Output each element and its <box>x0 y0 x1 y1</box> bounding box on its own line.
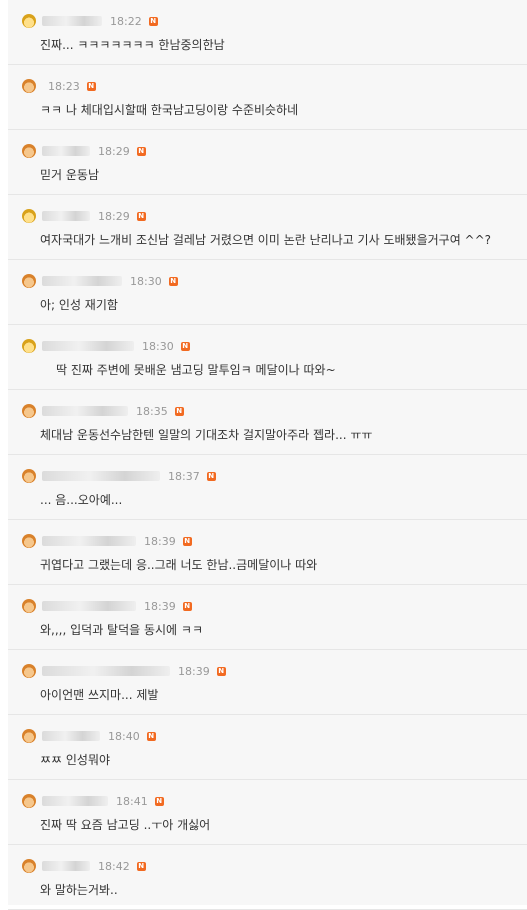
avatar-icon[interactable] <box>22 14 36 28</box>
comment-text: ... 음...오아예... <box>40 493 123 507</box>
avatar-icon[interactable] <box>22 79 36 93</box>
comment-item: 18:39 N 와,,,, 입덕과 탈덕을 동시에 ㅋㅋ <box>8 585 527 650</box>
avatar-icon[interactable] <box>22 144 36 158</box>
avatar-icon[interactable] <box>22 404 36 418</box>
comment-item: 18:41 N 진짜 딱 요즘 남고딩 ..ㅜ아 개싫어 <box>8 780 527 845</box>
comment-time: 18:29 <box>98 144 130 158</box>
nickname-redacted[interactable] <box>42 731 100 741</box>
nickname-redacted[interactable] <box>42 601 136 611</box>
comment-time: 18:37 <box>168 469 200 483</box>
comment-meta: 18:30 N <box>22 338 190 354</box>
new-icon: N <box>86 81 96 91</box>
avatar-icon[interactable] <box>22 534 36 548</box>
comment-item: 18:35 N 체대남 운동선수남한텐 일말의 기대조차 걸지말아주라 젭라... … <box>8 390 527 455</box>
comment-text: 와,,,, 입덕과 탈덕을 동시에 ㅋㅋ <box>40 623 203 637</box>
new-icon: N <box>146 731 156 741</box>
comment-meta: 18:39 N <box>22 663 226 679</box>
comment-time: 18:30 <box>142 339 174 353</box>
new-icon: N <box>174 406 184 416</box>
nickname-redacted[interactable] <box>42 861 90 871</box>
comment-meta: 18:35 N <box>22 403 184 419</box>
comment-item: 18:37 N ... 음...오아예... <box>8 455 527 520</box>
comment-text: 아이언맨 쓰지마... 제발 <box>40 688 159 702</box>
nickname-redacted[interactable] <box>42 341 134 351</box>
avatar-icon[interactable] <box>22 469 36 483</box>
nickname-redacted[interactable] <box>42 471 160 481</box>
comment-text: 믿거 운동남 <box>40 168 100 182</box>
comment-time: 18:22 <box>110 14 142 28</box>
avatar-icon[interactable] <box>22 209 36 223</box>
comment-text: 와 말하는거봐.. <box>40 883 118 897</box>
comment-text: 진짜... ㅋㅋㅋㅋㅋㅋㅋ 한남중의한남 <box>40 38 225 52</box>
nickname-redacted[interactable] <box>42 536 136 546</box>
avatar-icon[interactable] <box>22 599 36 613</box>
comment-meta: 18:30 N <box>22 273 178 289</box>
comment-item: 18:40 N ㅉㅉ 인성뭐야 <box>8 715 527 780</box>
comment-meta: 18:29 N <box>22 208 146 224</box>
comment-time: 18:23 <box>48 79 80 93</box>
comment-text: 진짜 딱 요즘 남고딩 ..ㅜ아 개싫어 <box>40 818 211 832</box>
new-icon: N <box>180 341 190 351</box>
comment-item: 18:42 N 와 말하는거봐.. <box>8 845 527 910</box>
nickname-redacted[interactable] <box>42 666 170 676</box>
comment-item: 18:30 N 딱 진짜 주변에 못배운 냄고딩 말투임ㅋ 메달이나 따와~ <box>8 325 527 390</box>
avatar-icon[interactable] <box>22 859 36 873</box>
new-icon: N <box>136 211 146 221</box>
comment-meta: 18:37 N <box>22 468 216 484</box>
comment-time: 18:42 <box>98 859 130 873</box>
comment-meta: 18:41 N <box>22 793 164 809</box>
nickname-redacted[interactable] <box>42 211 90 221</box>
new-icon: N <box>136 861 146 871</box>
comment-text: ㅉㅉ 인성뭐야 <box>40 753 111 767</box>
avatar-icon[interactable] <box>22 339 36 353</box>
comment-item: 18:29 N 여자국대가 느개비 조신남 걸레남 거렸으면 이미 논란 난리나고 … <box>8 195 527 260</box>
new-icon: N <box>216 666 226 676</box>
nickname-redacted[interactable] <box>42 16 102 26</box>
new-icon: N <box>168 276 178 286</box>
nickname-redacted[interactable] <box>42 146 90 156</box>
comment-item: 18:23 N ㅋㅋ 나 체대입시할때 한국남고딩이랑 수준비슷하네 <box>8 65 527 130</box>
comment-item: 18:22 N 진짜... ㅋㅋㅋㅋㅋㅋㅋ 한남중의한남 <box>8 0 527 65</box>
comment-text: 여자국대가 느개비 조신남 걸레남 거렸으면 이미 논란 난리나고 기사 도배됐… <box>40 233 492 247</box>
comment-time: 18:30 <box>130 274 162 288</box>
comment-text: 체대남 운동선수남한텐 일말의 기대조차 걸지말아주라 젭라... ㅠㅠ <box>40 428 373 442</box>
comment-meta: 18:42 N <box>22 858 146 874</box>
comment-time: 18:35 <box>136 404 168 418</box>
comment-time: 18:39 <box>178 664 210 678</box>
comment-meta: 18:39 N <box>22 533 192 549</box>
comment-meta: 18:39 N <box>22 598 192 614</box>
nickname-redacted[interactable] <box>42 406 128 416</box>
new-icon: N <box>206 471 216 481</box>
comment-meta: 18:40 N <box>22 728 156 744</box>
comment-item: 18:39 N 귀엽다고 그랬는데 응..그래 너도 한남..금메달이나 따와 <box>8 520 527 585</box>
nickname-redacted[interactable] <box>42 796 108 806</box>
avatar-icon[interactable] <box>22 664 36 678</box>
comment-text: 아; 인성 재기함 <box>40 298 118 312</box>
new-icon: N <box>148 16 158 26</box>
new-icon: N <box>154 796 164 806</box>
comment-text: 귀엽다고 그랬는데 응..그래 너도 한남..금메달이나 따와 <box>40 558 318 572</box>
avatar-icon[interactable] <box>22 274 36 288</box>
comment-text: ㅋㅋ 나 체대입시할때 한국남고딩이랑 수준비슷하네 <box>40 103 299 117</box>
new-icon: N <box>136 146 146 156</box>
new-icon: N <box>182 536 192 546</box>
comment-time: 18:39 <box>144 534 176 548</box>
new-icon: N <box>182 601 192 611</box>
comment-time: 18:40 <box>108 729 140 743</box>
comment-time: 18:29 <box>98 209 130 223</box>
comment-list: 18:22 N 진짜... ㅋㅋㅋㅋㅋㅋㅋ 한남중의한남 18:23 N ㅋㅋ 나 체대입… <box>8 0 527 910</box>
comment-time: 18:39 <box>144 599 176 613</box>
comment-time: 18:41 <box>116 794 148 808</box>
comment-meta: 18:22 N <box>22 13 158 29</box>
avatar-icon[interactable] <box>22 794 36 808</box>
comment-item: 18:39 N 아이언맨 쓰지마... 제발 <box>8 650 527 715</box>
nickname-redacted[interactable] <box>42 276 122 286</box>
comment-meta: 18:23 N <box>22 78 96 94</box>
comment-text: 딱 진짜 주변에 못배운 냄고딩 말투임ㅋ 메달이나 따와~ <box>56 363 336 377</box>
comment-item: 18:29 N 믿거 운동남 <box>8 130 527 195</box>
comment-meta: 18:29 N <box>22 143 146 159</box>
comment-item: 18:30 N 아; 인성 재기함 <box>8 260 527 325</box>
avatar-icon[interactable] <box>22 729 36 743</box>
